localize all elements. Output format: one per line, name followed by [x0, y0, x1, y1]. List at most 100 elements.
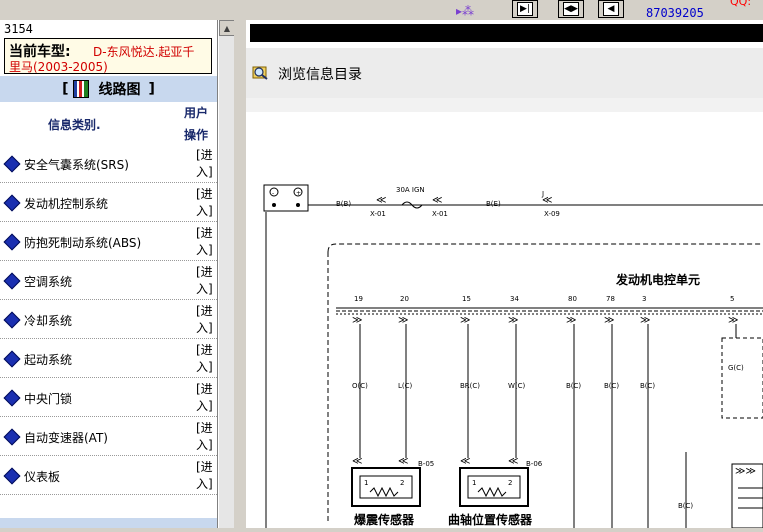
connector-mark: ≫ [640, 315, 650, 326]
sensor-crank-label: 曲轴位置传感器 [448, 512, 533, 527]
ecu-pin-number: 34 [510, 295, 519, 303]
enter-link-cont[interactable]: 入] [196, 397, 213, 414]
list-item-label[interactable]: 防抱死制动系统(ABS) [24, 234, 141, 251]
ecu-pin-number: 3 [642, 295, 646, 303]
list-item-label[interactable]: 中央门锁 [24, 390, 72, 407]
enter-link-cont[interactable]: 入] [196, 241, 213, 258]
enter-link-cont[interactable]: 入] [196, 163, 213, 180]
enter-link[interactable]: [进 [196, 146, 213, 163]
diamond-icon [3, 467, 21, 485]
list-item-label[interactable]: 起动系统 [24, 351, 72, 368]
title-bar [250, 24, 763, 42]
first-page-button[interactable]: ▶| [512, 0, 538, 18]
sensor-connector-mark: ≪ [352, 456, 362, 467]
enter-link-cont[interactable]: 入] [196, 436, 213, 453]
s2-pin1: 1 [472, 479, 476, 487]
ecu-pin-number: 15 [462, 295, 471, 303]
sensor-connector-mark: ≪ [508, 456, 518, 467]
ecu-pin-number: 20 [400, 295, 409, 303]
col-action: 操作 [184, 128, 209, 142]
list-item[interactable]: 空调系统 [进 入] [0, 261, 217, 300]
enter-link-cont[interactable]: 入] [196, 475, 213, 492]
sensor-connector-mark: ≪ [398, 456, 408, 467]
svg-text:≪: ≪ [542, 195, 552, 206]
list-item-label[interactable]: 仪表板 [24, 468, 60, 485]
s2-pin2: 2 [508, 479, 512, 487]
prev-page-icon: ◀▶ [563, 2, 579, 16]
list-item[interactable]: 冷却系统 [进 入] [0, 300, 217, 339]
list-item-label[interactable]: 自动变速器(AT) [24, 429, 108, 446]
ecu-pin-number: 5 [730, 295, 734, 303]
svg-text:-: - [272, 190, 274, 197]
list-item[interactable]: 中央门锁 [进 入] [0, 378, 217, 417]
current-model-box: 当前车型: D-东风悦达.起亚千 里马(2003-2005) [4, 38, 212, 74]
wiring-diagram-title: 线路图 [98, 82, 141, 98]
qq-label[interactable]: QQ: [730, 0, 751, 8]
diamond-icon [3, 350, 21, 368]
s1-pin2: 2 [400, 479, 404, 487]
b05-label: B-05 [418, 460, 434, 468]
s1-pin1: 1 [364, 479, 368, 487]
left-scrollbar[interactable]: ▲ [218, 20, 235, 528]
enter-link[interactable]: [进 [196, 341, 213, 358]
list-item-label[interactable]: 发动机控制系统 [24, 195, 108, 212]
enter-link-cont[interactable]: 入] [196, 358, 213, 375]
content-panel: 浏览信息目录 - + B(B) X-01 ≪ 30A IGN ≪ X-01 B(… [246, 20, 763, 529]
wire-b-left: B(B) [336, 200, 351, 208]
conn-x01-left: X-01 [370, 210, 386, 218]
diamond-icon [3, 233, 21, 251]
list-item-label[interactable]: 安全气囊系统(SRS) [24, 156, 129, 173]
browse-catalog-link[interactable]: 浏览信息目录 [278, 64, 362, 84]
enter-link[interactable]: [进 [196, 380, 213, 397]
wire-color-label: W(C) [508, 382, 526, 390]
wiring-diagram-header: [ 线路图 ] [0, 76, 217, 102]
list-item[interactable]: 安全气囊系统(SRS) [进 入] [0, 144, 217, 183]
enter-link[interactable]: [进 [196, 419, 213, 436]
wire-b-mid: B(E) [486, 200, 501, 208]
bracket-open: [ [62, 81, 69, 97]
enter-link[interactable]: [进 [196, 263, 213, 280]
left-panel: 3154 当前车型: D-东风悦达.起亚千 里马(2003-2005) [ 线路… [0, 20, 218, 528]
browse-magnifier-icon[interactable] [252, 64, 268, 80]
list-item[interactable]: 仪表板 [进 入] [0, 456, 217, 495]
list-item-label[interactable]: 空调系统 [24, 273, 72, 290]
col-category: 信息类别. [48, 118, 101, 132]
conn-x09: X-09 [544, 210, 560, 218]
arrow-icon[interactable]: ▸⁂ [456, 4, 474, 18]
enter-link-cont[interactable]: 入] [196, 280, 213, 297]
enter-link-cont[interactable]: 入] [196, 319, 213, 336]
list-item-label[interactable]: 冷却系统 [24, 312, 72, 329]
fuse-label: 30A IGN [396, 186, 425, 194]
diamond-icon [3, 389, 21, 407]
ecu-title: 发动机电控单元 [615, 272, 700, 287]
next-page-button[interactable]: ◀ [598, 0, 624, 18]
sensor-knock-label: 爆震传感器 [354, 512, 415, 527]
ecu-pin-number: 19 [354, 295, 363, 303]
enter-link[interactable]: [进 [196, 224, 213, 241]
list-item[interactable]: 自动变速器(AT) [进 入] [0, 417, 217, 456]
scroll-up-icon[interactable]: ▲ [219, 20, 235, 36]
enter-link[interactable]: [进 [196, 458, 213, 475]
wire-b-c-bottom: B(C) [678, 502, 693, 510]
enter-link[interactable]: [进 [196, 302, 213, 319]
current-model-value: D-东风悦达.起亚千 [93, 45, 195, 59]
connector-mark: ≫ [398, 315, 408, 326]
sensor-connector-mark: ≪ [460, 456, 470, 467]
connector-mark: ≫ [728, 315, 738, 326]
enter-link[interactable]: [进 [196, 185, 213, 202]
wire-color-label: B(C) [604, 382, 619, 390]
pane-splitter[interactable] [234, 20, 246, 528]
list-item[interactable]: 起动系统 [进 入] [0, 339, 217, 378]
list-item[interactable]: 发动机控制系统 [进 入] [0, 183, 217, 222]
first-page-icon: ▶| [517, 2, 533, 16]
prev-page-button[interactable]: ◀▶ [558, 0, 584, 18]
wire-color-label: O(C) [352, 382, 368, 390]
wiring-diagram-svg: - + B(B) X-01 ≪ 30A IGN ≪ X-01 B(E) J ≪ … [263, 184, 763, 529]
diamond-icon [3, 155, 21, 173]
diamond-icon [3, 272, 21, 290]
list-item[interactable]: 防抱死制动系统(ABS) [进 入] [0, 222, 217, 261]
left-footer [0, 518, 217, 528]
connector-mark: ≫ [566, 315, 576, 326]
browse-bar: 浏览信息目录 [246, 48, 763, 99]
enter-link-cont[interactable]: 入] [196, 202, 213, 219]
